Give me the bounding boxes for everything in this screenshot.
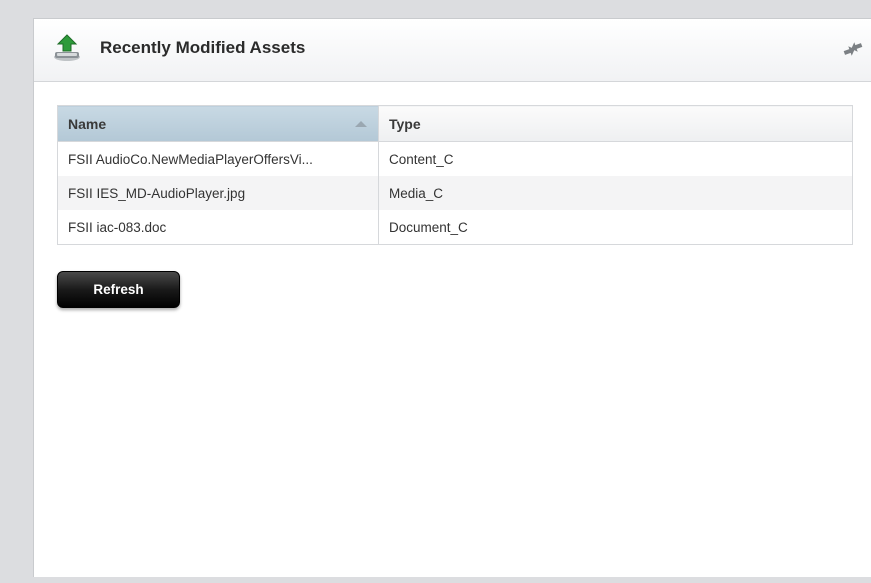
sort-ascending-icon: [355, 121, 367, 127]
recently-modified-assets-panel: Recently Modified Assets Name Type FSII …: [33, 18, 871, 577]
cell-name: FSII AudioCo.NewMediaPlayerOffersVi...: [57, 141, 379, 176]
table-header-row: Name Type: [57, 105, 853, 142]
column-header-type[interactable]: Type: [378, 105, 853, 142]
cell-type: Document_C: [378, 210, 853, 245]
column-header-type-label: Type: [389, 115, 421, 132]
cell-type: Content_C: [378, 141, 853, 176]
assets-table: Name Type FSII AudioCo.NewMediaPlayerOff…: [57, 105, 853, 245]
table-row[interactable]: FSII iac-083.doc Document_C: [57, 210, 853, 245]
cell-name: FSII IES_MD-AudioPlayer.jpg: [57, 176, 379, 210]
column-header-name[interactable]: Name: [57, 105, 379, 142]
upload-tray-icon: [54, 34, 80, 61]
column-header-name-label: Name: [68, 115, 107, 132]
table-row[interactable]: FSII IES_MD-AudioPlayer.jpg Media_C: [57, 176, 853, 210]
table-row[interactable]: FSII AudioCo.NewMediaPlayerOffersVi... C…: [57, 141, 853, 176]
refresh-button[interactable]: Refresh: [57, 271, 180, 308]
cell-name: FSII iac-083.doc: [57, 210, 379, 245]
panel-title: Recently Modified Assets: [100, 38, 306, 57]
swap-arrows-icon[interactable]: [841, 39, 865, 59]
panel-header: Recently Modified Assets: [34, 19, 871, 82]
cell-type: Media_C: [378, 176, 853, 210]
